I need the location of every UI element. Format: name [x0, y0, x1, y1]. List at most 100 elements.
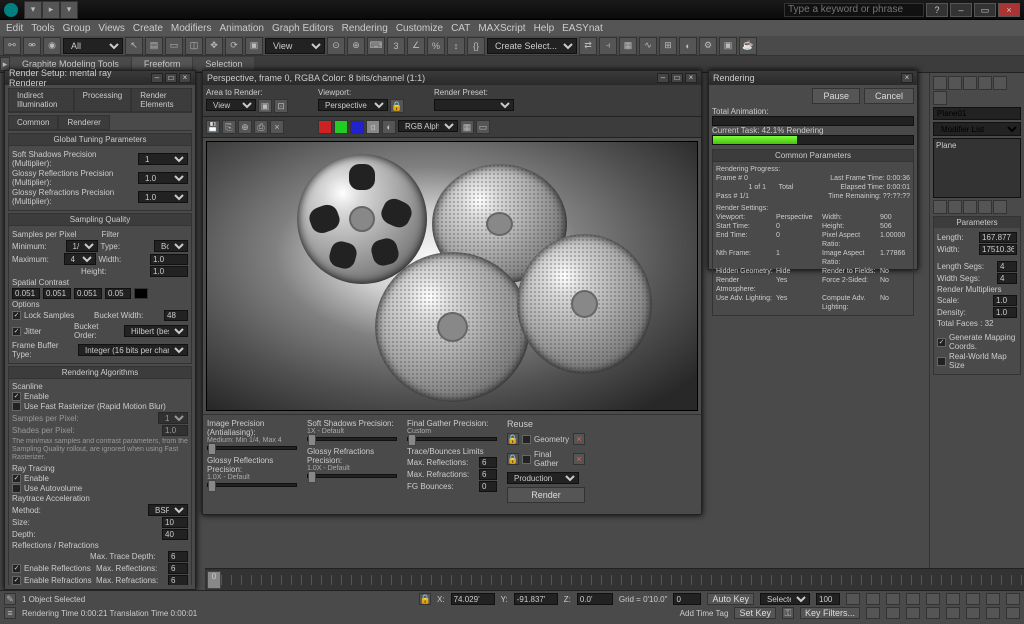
tab-common[interactable]: Common	[8, 115, 58, 130]
pin-stack-icon[interactable]	[933, 200, 947, 214]
menu-help[interactable]: Help	[534, 23, 555, 34]
layer-select[interactable]: All	[63, 38, 123, 54]
spatial-swatch[interactable]	[134, 288, 148, 299]
fg-prec-slider[interactable]	[407, 437, 497, 441]
method-select[interactable]: BSP	[148, 504, 188, 516]
pause-button[interactable]: Pause	[812, 88, 860, 104]
print-icon[interactable]: ⎙	[254, 120, 268, 134]
img-prec-slider[interactable]	[207, 446, 297, 450]
schem-icon[interactable]: ⊞	[659, 37, 677, 55]
scale-icon[interactable]: ▣	[245, 37, 263, 55]
zoom-input[interactable]	[816, 593, 840, 605]
filter-type-select[interactable]: Box	[154, 240, 188, 252]
keymode-select[interactable]: Selected	[760, 593, 810, 605]
del-fg-icon[interactable]: ×	[573, 453, 585, 465]
glossy-refr-select[interactable]: 1.0	[138, 191, 188, 203]
cancel-button[interactable]: Cancel	[864, 88, 914, 104]
menu-views[interactable]: Views	[98, 23, 125, 34]
maximize-button[interactable]: ▭	[974, 3, 996, 17]
configure-icon[interactable]	[993, 200, 1007, 214]
window-min-icon[interactable]: –	[657, 73, 669, 83]
fast-rast-check[interactable]	[12, 402, 21, 411]
modifier-stack[interactable]: Plane	[933, 138, 1021, 198]
max-select[interactable]: 4	[64, 253, 96, 265]
section-sampling[interactable]: Sampling Quality	[9, 214, 191, 226]
fg-check[interactable]	[522, 455, 531, 464]
menu-customize[interactable]: Customize	[396, 23, 443, 34]
goto-start-icon[interactable]	[846, 593, 860, 605]
align-icon[interactable]: ⫞	[599, 37, 617, 55]
window-icon[interactable]: ◫	[185, 37, 203, 55]
tab-indirect[interactable]: Indirect Illumination	[8, 88, 74, 112]
nav-icon[interactable]	[966, 593, 980, 605]
window-close-icon[interactable]: ×	[685, 73, 697, 83]
mono-icon[interactable]: ◐	[382, 120, 396, 134]
copy-icon[interactable]: ⎘	[222, 120, 236, 134]
overlay-icon[interactable]: ▦	[460, 120, 474, 134]
frame-input[interactable]	[673, 593, 701, 605]
section-algorithms[interactable]: Rendering Algorithms	[9, 367, 191, 379]
wsegs-input[interactable]	[997, 273, 1017, 284]
tab-processing[interactable]: Processing	[74, 88, 132, 112]
tab-render-elements[interactable]: Render Elements	[131, 88, 192, 112]
z-input[interactable]	[577, 593, 613, 605]
asnap-icon[interactable]: ∠	[407, 37, 425, 55]
common-params-head[interactable]: Common Parameters	[713, 150, 913, 162]
timetag[interactable]: Add Time Tag	[680, 609, 729, 618]
params-head[interactable]: Parameters	[934, 217, 1020, 228]
clear-icon[interactable]: ×	[270, 120, 284, 134]
prompt-icon[interactable]: ≡	[4, 607, 16, 619]
section-global-tuning[interactable]: Global Tuning Parameters	[9, 134, 191, 146]
lock-sel-icon[interactable]: 🔒	[419, 593, 431, 605]
modify-panel-icon[interactable]	[948, 76, 962, 90]
play-icon[interactable]	[886, 593, 900, 605]
window-close-icon[interactable]: ×	[179, 73, 191, 83]
lock-check[interactable]: ✓	[12, 311, 21, 320]
render-frame-icon[interactable]: ▣	[719, 37, 737, 55]
green-channel-icon[interactable]	[334, 120, 348, 134]
en-refr-check[interactable]: ✓	[12, 576, 21, 585]
menu-create[interactable]: Create	[133, 23, 163, 34]
menu-maxscript[interactable]: MAXScript	[478, 23, 525, 34]
key-icon[interactable]: ⚿	[782, 607, 794, 619]
menu-tools[interactable]: Tools	[31, 23, 54, 34]
menu-edit[interactable]: Edit	[6, 23, 23, 34]
bucket-order-select[interactable]: Hilbert (best)	[124, 325, 188, 337]
mirror-icon[interactable]: ⇄	[579, 37, 597, 55]
bsp-depth-input[interactable]	[162, 529, 188, 540]
nav-icon[interactable]	[986, 593, 1000, 605]
toolbar-icon[interactable]: ▸	[42, 1, 60, 19]
ribbon-tab-selection[interactable]: Selection	[193, 57, 254, 71]
rect-icon[interactable]: ▭	[165, 37, 183, 55]
alpha-channel-icon[interactable]: α	[366, 120, 380, 134]
menu-rendering[interactable]: Rendering	[342, 23, 388, 34]
scale-input[interactable]	[993, 295, 1017, 306]
nav-icon[interactable]	[926, 607, 940, 619]
save-icon[interactable]: 💾	[206, 120, 220, 134]
rotate-icon[interactable]: ⟳	[225, 37, 243, 55]
jitter-check[interactable]: ✓	[12, 327, 21, 336]
fw-production-select[interactable]: Production	[507, 472, 579, 484]
bind-icon[interactable]: ◉	[43, 37, 61, 55]
named-sel-icon[interactable]: {}	[467, 37, 485, 55]
max-refl-input[interactable]	[168, 563, 188, 574]
max-trace-input[interactable]	[168, 551, 188, 562]
spinner-icon[interactable]: ↕	[447, 37, 465, 55]
trace-max-refr-input[interactable]	[479, 469, 497, 480]
filter-height-input[interactable]	[150, 266, 188, 277]
help-button[interactable]: ?	[926, 3, 948, 17]
channel-select[interactable]: RGB Alpha	[398, 120, 458, 132]
remove-icon[interactable]	[978, 200, 992, 214]
x-input[interactable]	[451, 593, 495, 605]
keymode-icon[interactable]: ⌨	[367, 37, 385, 55]
en-refl-check[interactable]: ✓	[12, 564, 21, 573]
show-end-icon[interactable]	[948, 200, 962, 214]
layers-icon[interactable]: ▦	[619, 37, 637, 55]
del-geo-icon[interactable]: ×	[573, 433, 585, 445]
window-max-icon[interactable]: ▭	[671, 73, 683, 83]
nav-icon[interactable]	[986, 607, 1000, 619]
lock-geo-icon[interactable]: 🔒	[507, 433, 519, 445]
autoregion-icon[interactable]: ⊡	[274, 99, 288, 113]
toolbar-icon[interactable]: ▾	[24, 1, 42, 19]
menu-cat[interactable]: CAT	[451, 23, 470, 34]
